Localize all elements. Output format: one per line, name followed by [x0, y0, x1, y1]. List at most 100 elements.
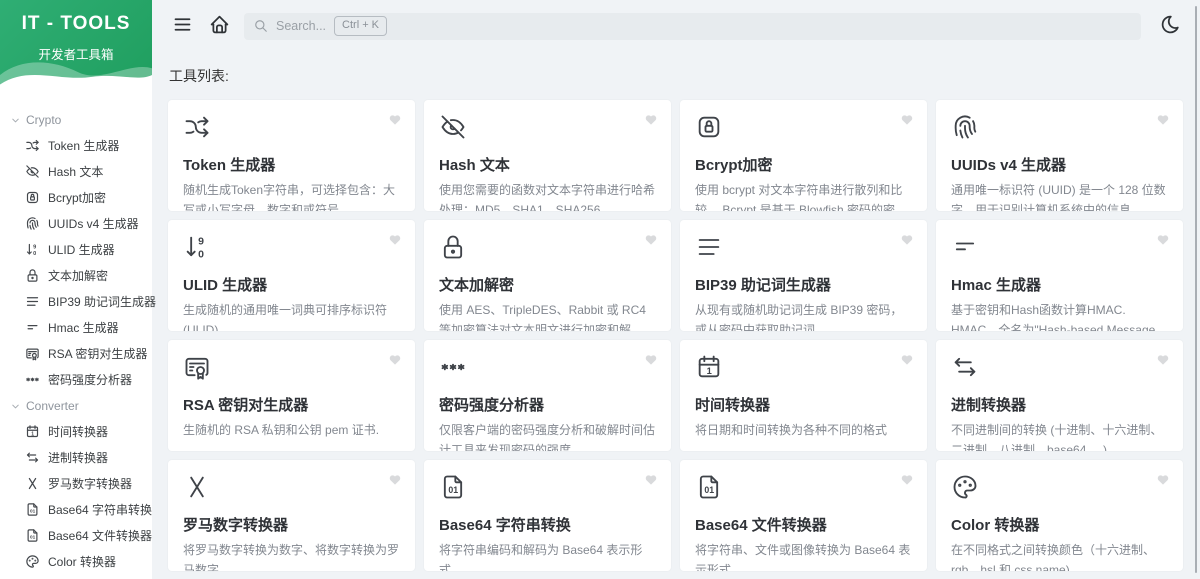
favorite-heart-icon[interactable]: [644, 233, 658, 247]
favorite-heart-icon[interactable]: [644, 473, 658, 487]
sidebar-item[interactable]: 01 Base64 字符串转换: [0, 496, 152, 522]
search-shortcut-badge: Ctrl + K: [334, 16, 388, 36]
sidebar-item-label: Base64 文件转换器: [48, 528, 153, 543]
sidebar-item[interactable]: 9 0 ULID 生成器: [0, 236, 152, 262]
tool-card-description: 仅限客户端的密码强度分析和破解时间估计工具来发现密码的强度....: [439, 423, 656, 451]
tool-card-description: 在不同格式之间转换颜色（十六进制、rgb、hsl 和 css name)...: [951, 543, 1156, 571]
favorite-heart-icon[interactable]: [900, 353, 914, 367]
tool-card[interactable]: 01 Base64 字符串转换 将字符串编码和解码为 Base64 表示形式.: [424, 460, 671, 571]
favorite-heart-icon[interactable]: [644, 113, 658, 127]
main-area: Search... Ctrl + K 工具列表: Token 生成器随机生成To…: [152, 0, 1200, 579]
favorite-heart-icon[interactable]: [900, 233, 914, 247]
svg-text:9: 9: [198, 236, 204, 248]
sidebar-item[interactable]: RSA 密钥对生成器: [0, 340, 152, 366]
scrollbar[interactable]: [1195, 6, 1197, 573]
lock-square-icon: [695, 113, 723, 141]
tool-card-description: 不同进制间的转换 (十进制、十六进制、二进制、八进制、base64, ...).…: [951, 423, 1163, 451]
sidebar-item-label: Hmac 生成器: [48, 320, 119, 335]
tool-card-description: 将字符串、文件或图像转换为 Base64 表示形式.: [695, 543, 911, 571]
tool-card[interactable]: 密码强度分析器 仅限客户端的密码强度分析和破解时间估计工具来发现密码的强度....: [424, 340, 671, 451]
tool-card[interactable]: 罗马数字转换器 将罗马数字转换为数字、将数字转换为罗马数字.: [168, 460, 415, 571]
favorite-heart-icon[interactable]: [1156, 233, 1170, 247]
tool-card[interactable]: 01 Base64 文件转换器 将字符串、文件或图像转换为 Base64 表示形式.: [680, 460, 927, 571]
dark-mode-toggle[interactable]: [1158, 14, 1182, 38]
sidebar-item[interactable]: 密码强度分析器: [0, 366, 152, 392]
svg-text:0: 0: [33, 251, 36, 257]
search-icon: [254, 19, 268, 33]
sidebar-section-label: Crypto: [26, 113, 62, 127]
fingerprint-icon: [25, 216, 40, 231]
sidebar-item[interactable]: 01 Base64 文件转换器: [0, 522, 152, 548]
sidebar-item[interactable]: 1 时间转换器: [0, 418, 152, 444]
page-title: 工具列表:: [169, 68, 229, 84]
file-digit-icon: 01: [25, 502, 40, 517]
svg-text:01: 01: [448, 485, 458, 495]
tool-card[interactable]: BIP39 助记词生成器 从现有或随机助记词生成 BIP39 密码，或从密码中获取…: [680, 220, 927, 331]
home-button[interactable]: [207, 14, 231, 38]
favorite-heart-icon[interactable]: [900, 473, 914, 487]
sidebar-item-label: 罗马数字转换器: [48, 476, 133, 491]
sidebar-item[interactable]: Hmac 生成器: [0, 314, 152, 340]
eye-off-icon: [439, 113, 467, 141]
favorite-heart-icon[interactable]: [388, 353, 402, 367]
favorite-heart-icon[interactable]: [388, 113, 402, 127]
calendar-icon: 1: [695, 353, 723, 381]
sidebar-item[interactable]: BIP39 助记词生成器: [0, 288, 156, 314]
tool-card[interactable]: RSA 密钥对生成器 生随机的 RSA 私钥和公钥 pem 证书.: [168, 340, 415, 451]
tool-card-title: Token 生成器: [183, 157, 276, 174]
sidebar-item-label: UUIDs v4 生成器: [48, 216, 139, 231]
favorite-heart-icon[interactable]: [388, 473, 402, 487]
arrows-left-right-icon: [25, 450, 40, 465]
sidebar-item[interactable]: Hash 文本: [0, 158, 152, 184]
sidebar-item[interactable]: Token 生成器: [0, 132, 152, 158]
letter-x-icon: [25, 476, 40, 491]
tool-card[interactable]: Token 生成器随机生成Token字符串，可选择包含：大写或小写字母、数字和或…: [168, 100, 415, 211]
sidebar-item-label: 进制转换器: [48, 450, 109, 465]
favorite-heart-icon[interactable]: [1156, 113, 1170, 127]
sidebar-section-crypto[interactable]: Crypto: [0, 106, 152, 132]
tool-card[interactable]: Bcrypt加密 使用 bcrypt 对文本字符串进行散列和比较。 Bcrypt …: [680, 100, 927, 211]
sidebar-item[interactable]: 字符格式转换: [0, 574, 152, 579]
tool-card-title: 文本加解密: [439, 277, 515, 294]
sidebar-item-label: Bcrypt加密: [48, 190, 107, 205]
tools-grid: Token 生成器随机生成Token字符串，可选择包含：大写或小写字母、数字和或…: [168, 100, 1183, 579]
sidebar-item[interactable]: 罗马数字转换器: [0, 470, 152, 496]
favorite-heart-icon[interactable]: [900, 113, 914, 127]
tool-card-title: UUIDs v4 生成器: [951, 157, 1067, 174]
sidebar-section-converter[interactable]: Converter: [0, 392, 152, 418]
letter-x-icon: [183, 473, 211, 501]
tool-card[interactable]: 1 时间转换器 将日期和时间转换为各种不同的格式: [680, 340, 927, 451]
palette-icon: [25, 554, 40, 569]
search-input[interactable]: Search... Ctrl + K: [244, 12, 1141, 40]
tool-card[interactable]: 进制转换器不同进制间的转换 (十进制、十六进制、二进制、八进制、base64, …: [936, 340, 1183, 451]
sidebar-section-label: Converter: [26, 399, 79, 413]
tool-card-description: 随机生成Token字符串，可选择包含：大写或小写字母、数字和或符号....: [183, 183, 396, 211]
sidebar-item-label: 文本加解密: [48, 268, 109, 283]
sidebar-item[interactable]: Color 转换器: [0, 548, 152, 574]
app-root: IT - TOOLS 开发者工具箱 Crypto Token 生成器 Hash 文本…: [0, 0, 1200, 579]
favorite-heart-icon[interactable]: [1156, 473, 1170, 487]
tool-card[interactable]: Hash 文本 使用您需要的函数对文本字符串进行哈希处理：MD5、SHA1、SHA…: [424, 100, 671, 211]
file-digit-icon: 01: [695, 473, 723, 501]
tool-card-title: 进制转换器: [951, 397, 1027, 414]
tool-card[interactable]: UUIDs v4 生成器通用唯一标识符 (UUID) 是一个 128 位数字，用…: [936, 100, 1183, 211]
svg-text:01: 01: [30, 534, 36, 539]
sidebar-item-label: Token 生成器: [48, 138, 120, 153]
sidebar-item[interactable]: 进制转换器: [0, 444, 152, 470]
sidebar-item[interactable]: 文本加解密: [0, 262, 152, 288]
tool-card-description: 通用唯一标识符 (UUID) 是一个 128 位数字，用于识别计算机系统中的信息…: [951, 183, 1166, 211]
sidebar-item[interactable]: Bcrypt加密: [0, 184, 152, 210]
favorite-heart-icon[interactable]: [1156, 353, 1170, 367]
tool-card[interactable]: 9 0 ULID 生成器 生成随机的通用唯一词典可排序标识符 (ULID).: [168, 220, 415, 331]
favorite-heart-icon[interactable]: [388, 233, 402, 247]
file-digit-icon: 01: [25, 528, 40, 543]
sidebar-item[interactable]: UUIDs v4 生成器: [0, 210, 152, 236]
tool-card[interactable]: Color 转换器 在不同格式之间转换颜色（十六进制、rgb、hsl 和 css …: [936, 460, 1183, 571]
tool-card[interactable]: 文本加解密 使用 AES、TripleDES、Rabbit 或 RC4 等加密算法…: [424, 220, 671, 331]
palette-icon: [951, 473, 979, 501]
menu-toggle-button[interactable]: [170, 14, 194, 38]
tool-card[interactable]: Hmac 生成器 基于密钥和Hash函数计算HMAC. HMAC，全名为"Hash…: [936, 220, 1183, 331]
tool-card-description: 使用 bcrypt 对文本字符串进行散列和比较。 Bcrypt 是基于 Blow…: [695, 183, 908, 211]
favorite-heart-icon[interactable]: [644, 353, 658, 367]
tool-card-description: 生随机的 RSA 私钥和公钥 pem 证书.: [183, 423, 380, 437]
